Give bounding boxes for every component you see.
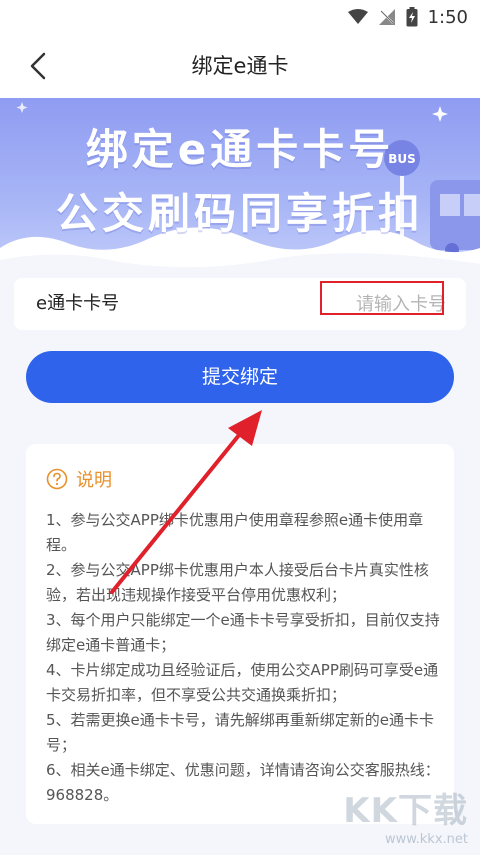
banner-headline: 绑定e通卡卡号: [85, 125, 395, 174]
chevron-left-icon: [30, 52, 46, 80]
question-circle-icon: [46, 468, 68, 490]
signal-icon: [378, 9, 395, 25]
card-number-row: e通卡卡号: [14, 278, 466, 330]
status-time: 1:50: [427, 6, 468, 28]
watermark: KK下载 www.kkx.net: [343, 783, 468, 847]
status-icons: 1:50: [347, 6, 468, 28]
info-card: 说明 1、参与公交APP绑卡优惠用户使用章程参照e通卡使用章程。 2、参与公交A…: [26, 444, 454, 824]
info-item: 4、卡片绑定成功且经验证后，使用公交APP刷码可享受e通卡交易折扣率，但不享受公…: [46, 661, 439, 704]
info-title: 说明: [76, 470, 112, 491]
back-button[interactable]: [18, 48, 58, 84]
info-item: 5、若需更换e通卡卡号，请先解绑再重新绑定新的e通卡卡号；: [46, 711, 435, 754]
watermark-logo: KK下载: [343, 791, 468, 831]
wifi-icon: [347, 9, 368, 24]
info-item: 3、每个用户只能绑定一个e通卡卡号享受折扣，目前仅支持绑定e通卡普通卡；: [46, 611, 440, 654]
promo-banner: BUS 绑定e通卡卡号 公交刷码同享折扣: [0, 98, 480, 274]
nav-bar: 绑定e通卡: [0, 34, 480, 98]
info-list: 1、参与公交APP绑卡优惠用户使用章程参照e通卡使用章程。 2、参与公交APP绑…: [46, 508, 442, 808]
submit-bind-button[interactable]: 提交绑定: [26, 351, 454, 403]
watermark-url: www.kkx.net: [384, 832, 468, 847]
info-item: 1、参与公交APP绑卡优惠用户使用章程参照e通卡使用章程。: [46, 511, 424, 554]
card-number-label: e通卡卡号: [36, 293, 120, 314]
status-bar: 1:50: [0, 0, 480, 34]
battery-icon: [406, 7, 418, 27]
page-title: 绑定e通卡: [191, 54, 289, 78]
banner-subheadline: 公交刷码同享折扣: [55, 189, 424, 238]
info-item: 2、参与公交APP绑卡优惠用户本人接受后台卡片真实性核验，若出现违规操作接受平台…: [46, 561, 429, 604]
card-number-input[interactable]: [266, 286, 446, 322]
info-header: 说明: [46, 466, 112, 492]
